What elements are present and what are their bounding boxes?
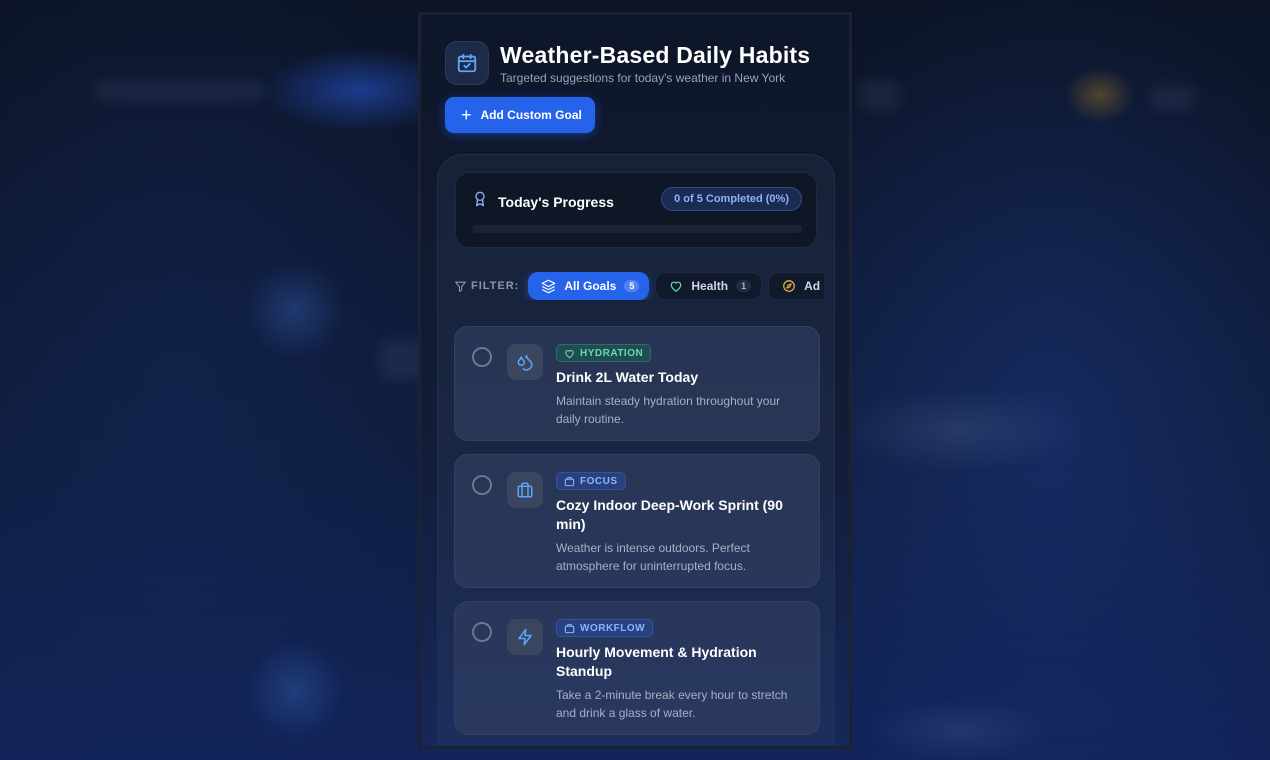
header: Weather-Based Daily Habits Targeted sugg… — [445, 41, 810, 85]
filter-chip-count: 1 — [736, 280, 752, 292]
category-tag: WORKFLOW — [556, 619, 654, 637]
layers-icon — [541, 279, 556, 293]
habits-panel: Weather-Based Daily Habits Targeted sugg… — [418, 12, 852, 749]
category-tag: FOCUS — [556, 472, 626, 490]
heart-icon — [565, 349, 574, 358]
goal-description: Weather is intense outdoors. Perfect atm… — [556, 540, 750, 573]
filter-chip-count: 5 — [624, 280, 640, 292]
filter-label: FILTER: — [454, 280, 519, 293]
page-subtitle: Targeted suggestions for today's weather… — [500, 70, 786, 85]
plus-icon: + — [461, 105, 472, 125]
goals-card: Today's Progress 0 of 5 Completed (0%) F… — [437, 154, 835, 746]
progress-bar — [472, 225, 802, 233]
progress-card: Today's Progress 0 of 5 Completed (0%) — [455, 172, 817, 248]
calendar-check-icon — [445, 41, 489, 85]
droplets-icon — [507, 344, 543, 380]
briefcase-icon — [507, 472, 543, 508]
goal-item-workflow[interactable]: WORKFLOW Hourly Movement & Hydration Sta… — [454, 601, 820, 735]
page-title: Weather-Based Daily Habits — [500, 41, 811, 68]
goal-checkbox[interactable] — [472, 347, 492, 367]
category-tag: HYDRATION — [556, 344, 652, 362]
goal-checkbox[interactable] — [472, 622, 492, 642]
add-custom-goal-label: Add Custom Goal — [480, 108, 582, 122]
filter-icon — [455, 281, 466, 292]
goal-title: Cozy Indoor Deep-Work Sprint (90 min) — [556, 496, 783, 532]
filter-bar: FILTER: All Goals 5 Health 1 Ad — [454, 272, 824, 300]
filter-chip-label: Health — [691, 279, 729, 293]
goal-title: Drink 2L Water Today — [556, 368, 699, 385]
filter-chip-adventure[interactable]: Ad — [768, 272, 824, 300]
filter-chip-label: Ad — [804, 279, 821, 293]
briefcase-icon — [564, 476, 575, 486]
zap-icon — [507, 619, 543, 655]
goal-description: Maintain steady hydration throughout you… — [556, 393, 781, 426]
heart-icon — [671, 281, 682, 292]
filter-chip-health[interactable]: Health 1 — [655, 272, 763, 300]
compass-icon — [783, 280, 795, 292]
goal-item-hydration[interactable]: HYDRATION Drink 2L Water Today Maintain … — [454, 326, 820, 441]
goal-item-focus[interactable]: FOCUS Cozy Indoor Deep-Work Sprint (90 m… — [454, 454, 820, 588]
goal-title: Hourly Movement & Hydration Standup — [556, 643, 757, 679]
goal-checkbox[interactable] — [472, 475, 492, 495]
goal-description: Take a 2-minute break every hour to stre… — [556, 687, 788, 720]
filter-chip-all-goals[interactable]: All Goals 5 — [528, 272, 650, 300]
progress-title: Today's Progress — [498, 193, 614, 210]
add-custom-goal-button[interactable]: + Add Custom Goal — [445, 97, 595, 133]
award-icon — [472, 190, 488, 213]
progress-summary-badge: 0 of 5 Completed (0%) — [661, 187, 802, 211]
briefcase-icon — [564, 623, 575, 633]
filter-chip-label: All Goals — [564, 279, 617, 293]
